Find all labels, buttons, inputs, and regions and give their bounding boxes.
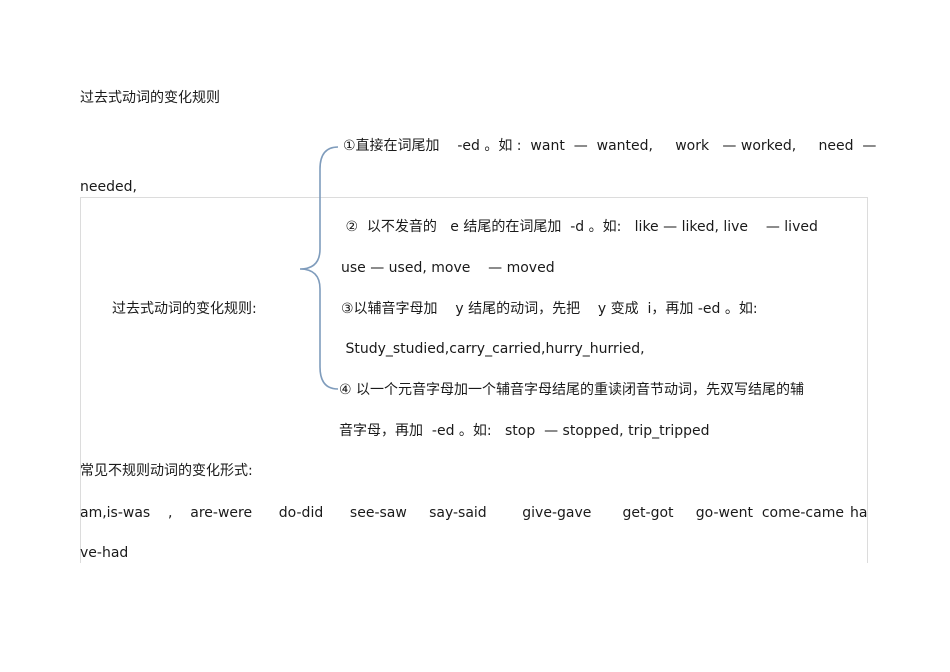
rule-4-line-1: ④ 以一个元音字母加一个辅音字母结尾的重读闭音节动词，先双写结尾的辅 [339, 382, 804, 398]
rule-4-line-2: 音字母，再加 -ed 。如: stop — stopped, trip_trip… [339, 423, 710, 439]
curly-brace [299, 146, 339, 390]
rule-1-line-1: ①直接在词尾加 -ed 。如 : want — wanted, work — w… [343, 138, 877, 154]
rule-3-line-1: ③以辅音字母加 y 结尾的动词，先把 y 变成 i，再加 -ed 。如: [341, 301, 758, 317]
rule-2-line-1: ② 以不发音的 e 结尾的在词尾加 -d 。如: like — liked, l… [341, 219, 818, 235]
rule-2-line-2: use — used, move — moved [341, 260, 555, 276]
page-title: 过去式动词的变化规则 [80, 90, 220, 106]
section-label: 过去式动词的变化规则: [112, 301, 257, 317]
irregular-line-1-tail: ha [850, 505, 868, 521]
rule-1-line-2: needed, [80, 179, 137, 195]
irregular-line-2: ve-had [80, 545, 129, 561]
irregular-line-1: am,is-was , are-were do-did see-saw say-… [80, 505, 844, 521]
rule-3-line-2: Study_studied,carry_carried,hurry_hurrie… [341, 341, 645, 357]
irregular-label: 常见不规则动词的变化形式: [80, 463, 253, 479]
